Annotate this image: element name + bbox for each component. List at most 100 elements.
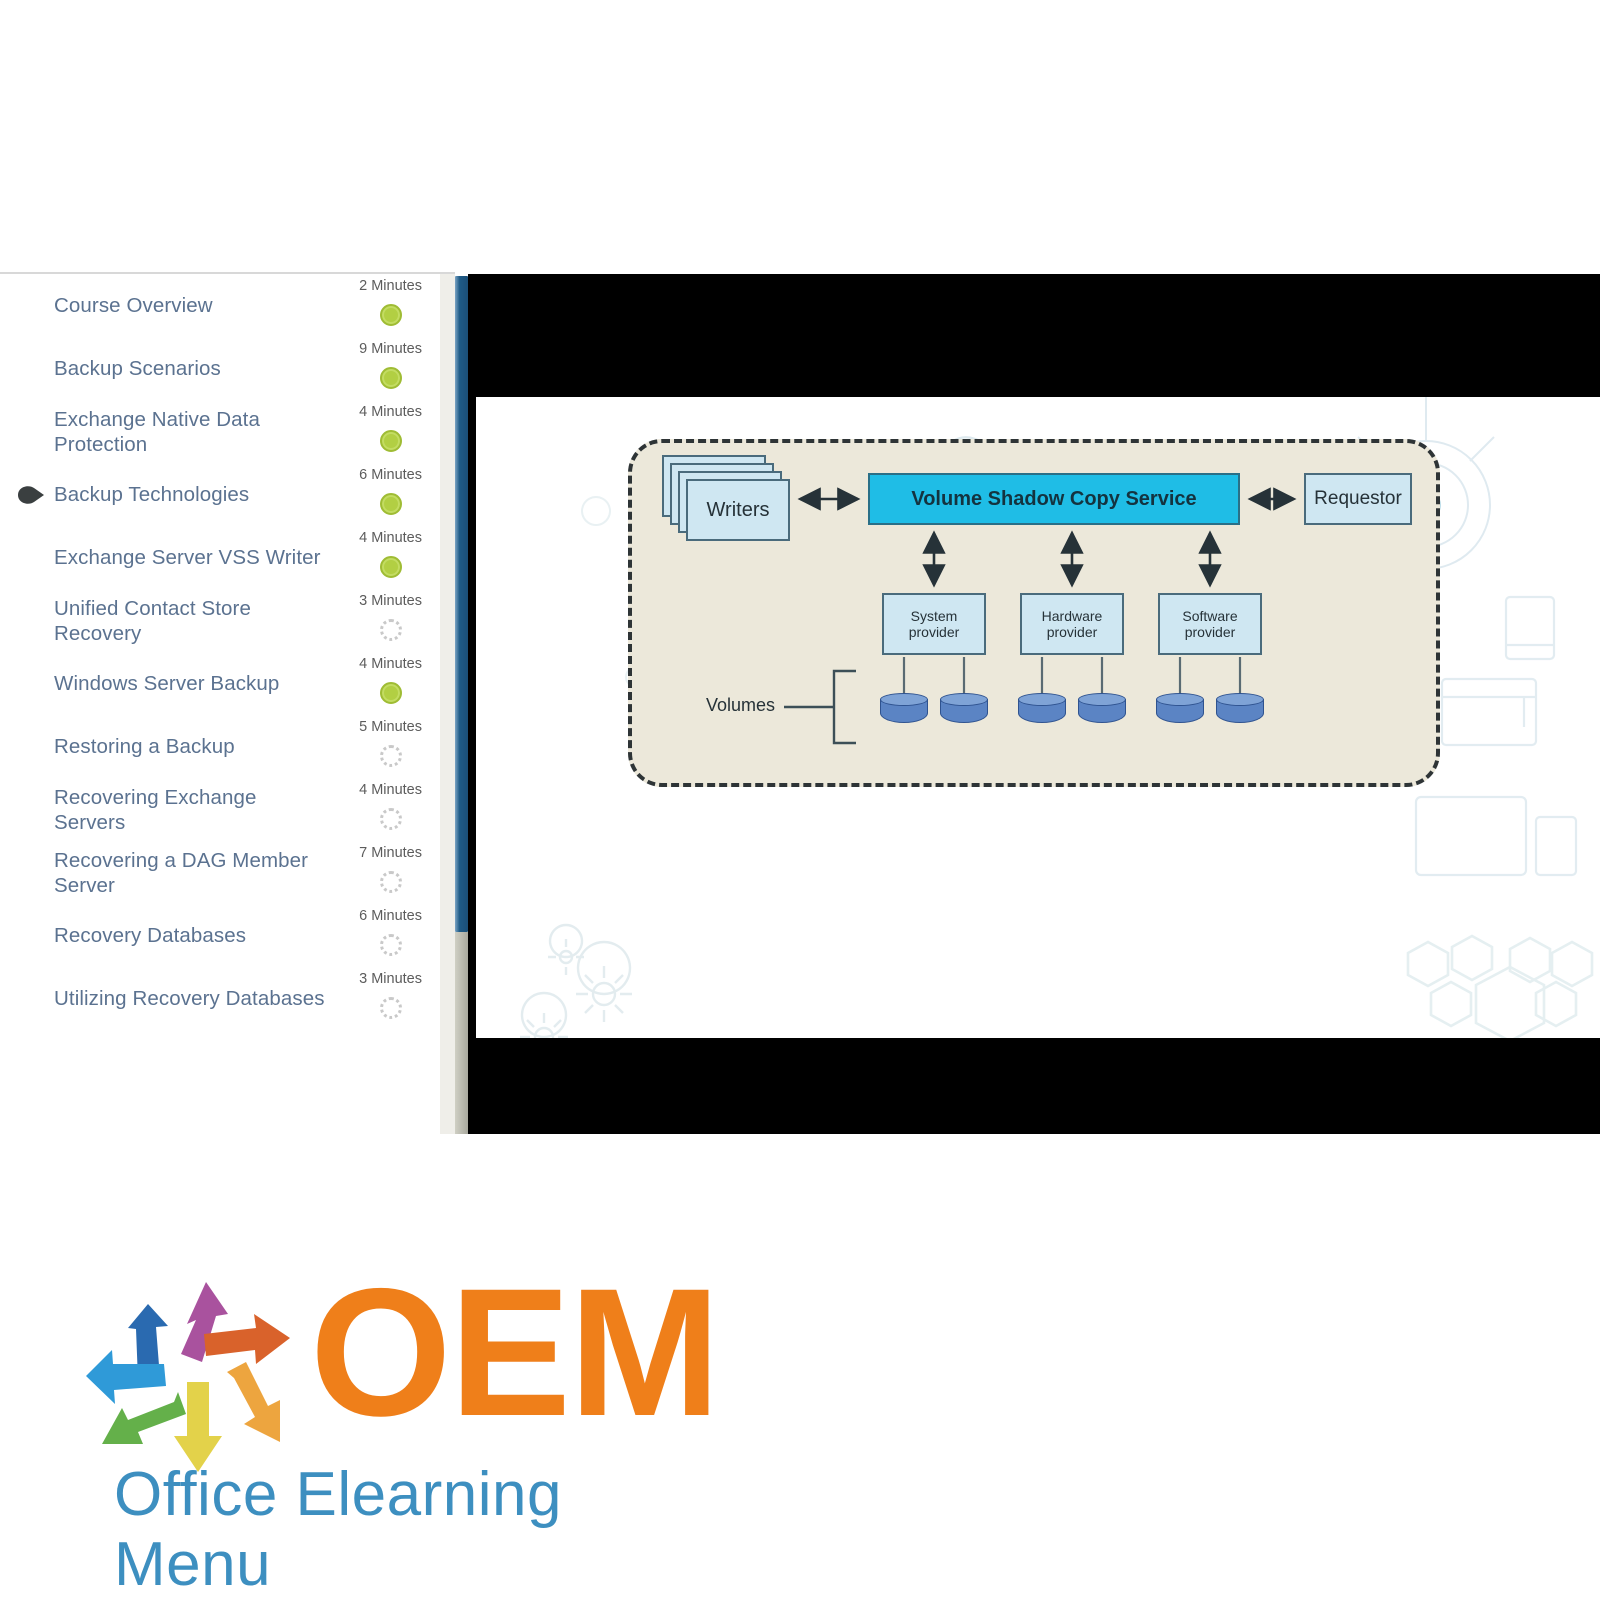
lesson-row[interactable]: Windows Server Backup 4 Minutes (0, 652, 440, 715)
lesson-duration: 6 Minutes (359, 908, 422, 924)
lesson-marker-slot (18, 526, 54, 589)
system-provider-box: System provider (882, 593, 986, 655)
lesson-status-incomplete-icon (380, 934, 402, 956)
lesson-status-complete-icon (380, 367, 402, 389)
arrow-right-orange (204, 1314, 290, 1364)
lesson-marker-slot (18, 337, 54, 400)
lesson-row[interactable]: Utilizing Recovery Databases 3 Minutes (0, 967, 440, 1030)
lesson-duration: 2 Minutes (359, 278, 422, 294)
requestor-box: Requestor (1304, 473, 1412, 525)
lesson-duration: 7 Minutes (359, 845, 422, 861)
oem-logo: OEM Office Elearning Menu (86, 1252, 726, 1599)
volume-cylinder (940, 693, 988, 727)
lesson-row[interactable]: Exchange Native Data Protection 4 Minutes (0, 400, 440, 463)
lesson-row[interactable]: Recovery Databases 6 Minutes (0, 904, 440, 967)
volume-cylinder (1078, 693, 1126, 727)
lesson-meta: 4 Minutes (344, 778, 440, 841)
volume-shadow-copy-service-box: Volume Shadow Copy Service (868, 473, 1240, 525)
lesson-duration: 6 Minutes (359, 467, 422, 483)
software-provider-box: Software provider (1158, 593, 1262, 655)
lesson-status-incomplete-icon (380, 745, 402, 767)
lesson-duration: 4 Minutes (359, 404, 422, 420)
lesson-row[interactable]: Backup Technologies 6 Minutes (0, 463, 440, 526)
lesson-title: Windows Server Backup (54, 672, 280, 695)
lesson-title: Restoring a Backup (54, 735, 235, 758)
volume-cylinder (880, 693, 928, 727)
lesson-title: Exchange Native Data Protection (54, 407, 260, 456)
curriculum-scrollbar-lower-track[interactable] (455, 932, 468, 1134)
lesson-status-incomplete-icon (380, 619, 402, 641)
writers-box: Writers (686, 479, 790, 541)
lesson-marker-slot (18, 589, 54, 652)
arrow-downright-lightorange (227, 1362, 280, 1442)
lesson-duration: 3 Minutes (359, 971, 422, 987)
lesson-meta: 6 Minutes (344, 904, 440, 967)
lesson-row[interactable]: Recovering Exchange Servers 4 Minutes (0, 778, 440, 841)
lesson-title: Course Overview (54, 294, 213, 317)
lesson-row[interactable]: Course Overview 2 Minutes (0, 274, 440, 337)
lesson-status-incomplete-icon (380, 997, 402, 1019)
arrow-down-yellow (174, 1382, 222, 1472)
lesson-title: Exchange Server VSS Writer (54, 546, 321, 569)
lesson-meta: 4 Minutes (344, 526, 440, 589)
lesson-title: Recovering a DAG Member Server (54, 848, 309, 897)
lesson-marker-slot (18, 463, 54, 526)
lesson-meta: 6 Minutes (344, 463, 440, 526)
volumes-label: Volumes (706, 695, 776, 715)
slide-canvas: Writers Volume Shadow Copy Service Reque… (476, 397, 1600, 1038)
vss-architecture-diagram: Writers Volume Shadow Copy Service Reque… (628, 439, 1440, 787)
course-player: Course Overview 2 Minutes Backup Scenarios… (0, 272, 1600, 1134)
lesson-marker-slot (18, 904, 54, 967)
lesson-duration: 9 Minutes (359, 341, 422, 357)
lesson-meta: 3 Minutes (344, 589, 440, 652)
lesson-title: Recovery Databases (54, 924, 247, 947)
volume-cylinder (1216, 693, 1264, 727)
lesson-status-complete-icon (380, 304, 402, 326)
lesson-title: Recovering Exchange Servers (54, 785, 257, 834)
lesson-duration: 3 Minutes (359, 593, 422, 609)
lesson-status-complete-icon (380, 430, 402, 452)
lesson-title: Backup Technologies (54, 483, 250, 506)
screenshot-root: Course Overview 2 Minutes Backup Scenarios… (0, 0, 1600, 1600)
lesson-status-complete-icon (380, 493, 402, 515)
lesson-row[interactable]: Backup Scenarios 9 Minutes (0, 337, 440, 400)
volume-cylinder (1156, 693, 1204, 727)
lesson-duration: 5 Minutes (359, 719, 422, 735)
lesson-marker-slot (18, 652, 54, 715)
lesson-marker-slot (18, 841, 54, 904)
curriculum-scrollbar-thumb[interactable] (455, 276, 468, 932)
lesson-marker-slot (18, 400, 54, 463)
lesson-title: Unified Contact Store Recovery (54, 596, 251, 645)
curriculum-list[interactable]: Course Overview 2 Minutes Backup Scenarios… (0, 274, 440, 1134)
lesson-duration: 4 Minutes (359, 530, 422, 546)
lesson-meta: 3 Minutes (344, 967, 440, 1030)
lesson-title: Utilizing Recovery Databases (54, 987, 325, 1010)
lesson-duration: 4 Minutes (359, 782, 422, 798)
lesson-meta: 2 Minutes (344, 274, 440, 337)
lesson-marker-slot (18, 778, 54, 841)
lesson-status-complete-icon (380, 556, 402, 578)
lesson-meta: 9 Minutes (344, 337, 440, 400)
hardware-provider-box: Hardware provider (1020, 593, 1124, 655)
lesson-status-incomplete-icon (380, 871, 402, 893)
video-stage[interactable]: Writers Volume Shadow Copy Service Reque… (468, 274, 1600, 1134)
lesson-marker-slot (18, 715, 54, 778)
lesson-row[interactable]: Recovering a DAG Member Server 7 Minutes (0, 841, 440, 904)
lesson-marker-slot (18, 274, 54, 337)
lesson-meta: 4 Minutes (344, 652, 440, 715)
lesson-status-complete-icon (380, 682, 402, 704)
lesson-marker-slot (18, 967, 54, 1030)
lesson-title: Backup Scenarios (54, 357, 221, 380)
lesson-status-incomplete-icon (380, 808, 402, 830)
curriculum-scrollbar-track[interactable] (440, 274, 455, 1134)
oem-pinwheel-arrows (86, 1282, 290, 1472)
lesson-row[interactable]: Restoring a Backup 5 Minutes (0, 715, 440, 778)
lesson-meta: 5 Minutes (344, 715, 440, 778)
lesson-meta: 7 Minutes (344, 841, 440, 904)
volume-cylinder (1018, 693, 1066, 727)
lesson-row[interactable]: Exchange Server VSS Writer 4 Minutes (0, 526, 440, 589)
lesson-row[interactable]: Unified Contact Store Recovery 3 Minutes (0, 589, 440, 652)
oem-tagline: Office Elearning Menu (114, 1460, 562, 1599)
lesson-duration: 4 Minutes (359, 656, 422, 672)
oem-wordmark: OEM (310, 1250, 721, 1454)
